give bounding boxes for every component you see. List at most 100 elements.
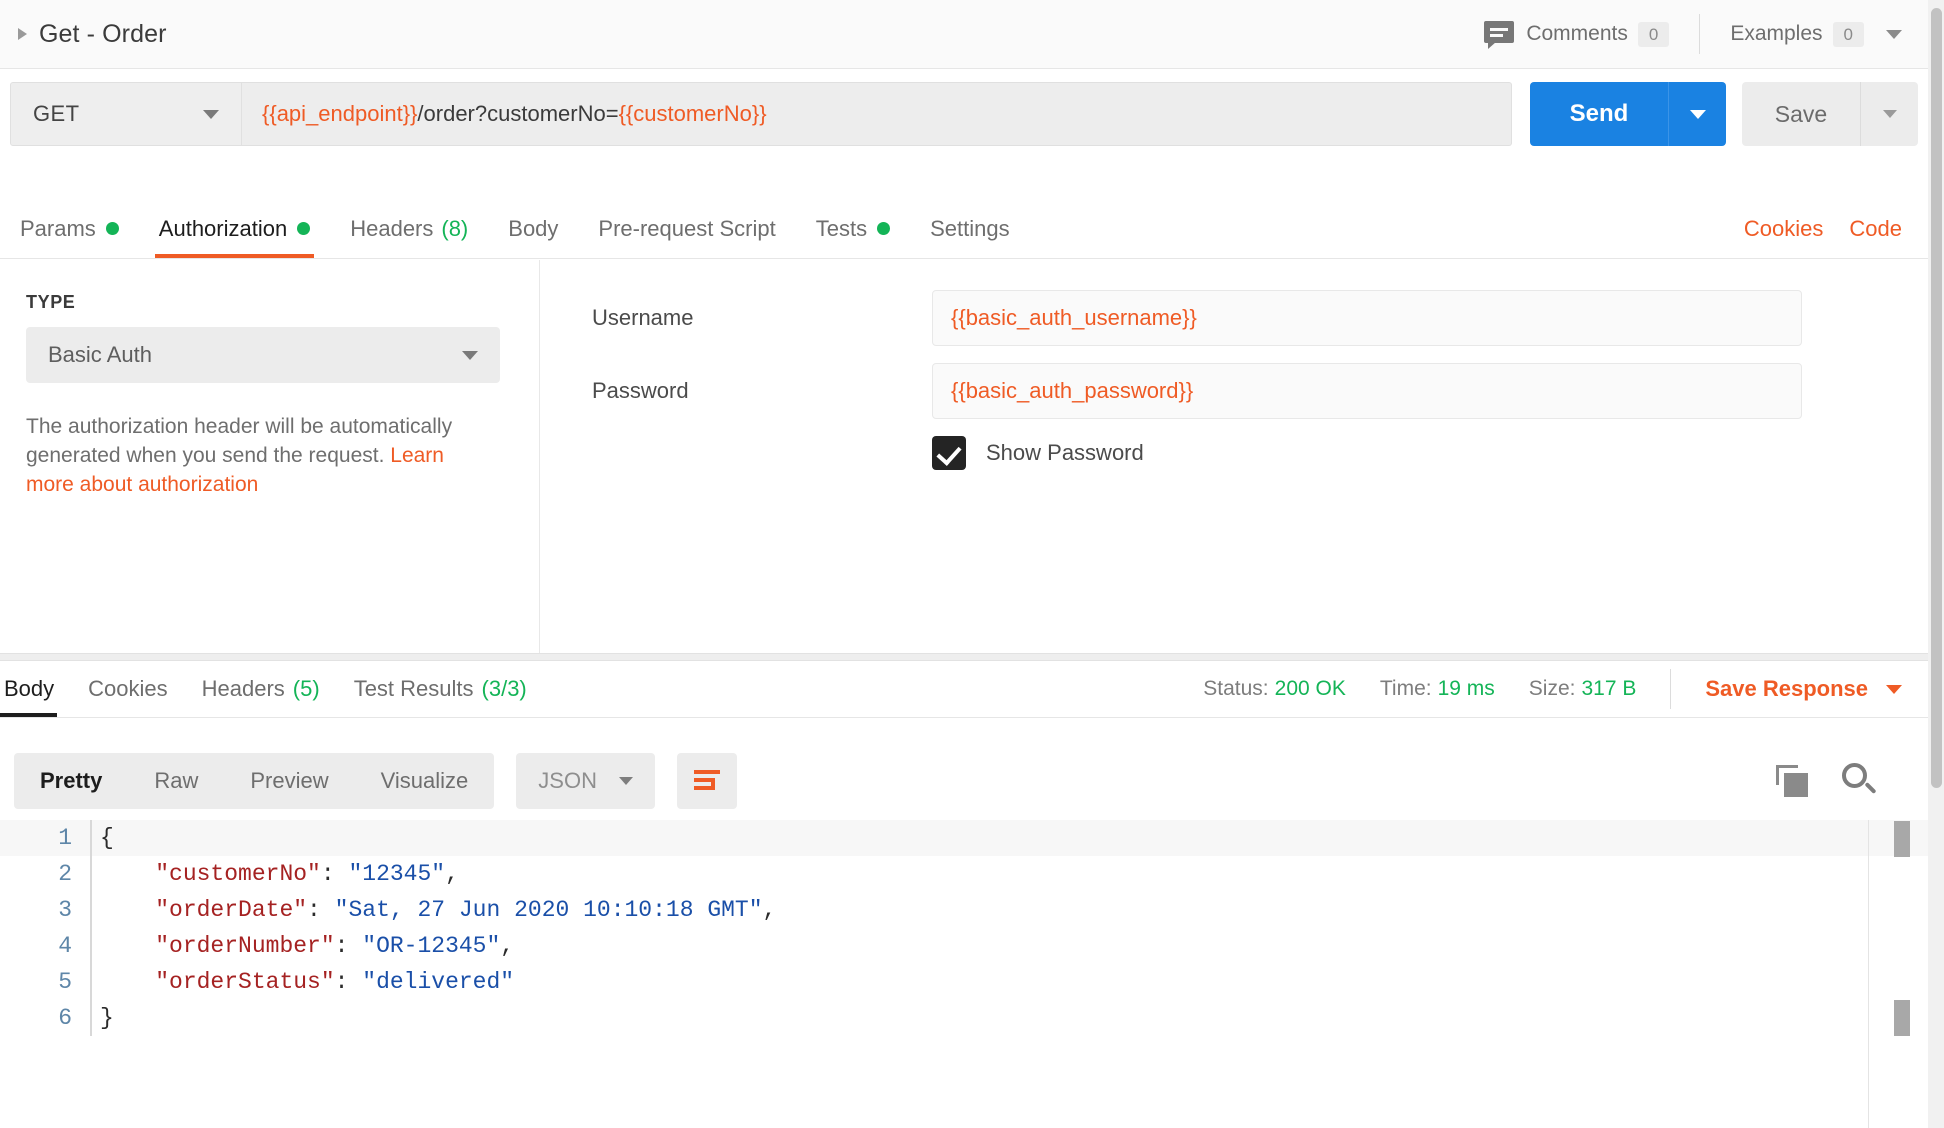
code-line-content[interactable]: } <box>90 1000 1928 1036</box>
authorization-panel: TYPE Basic Auth The authorization header… <box>0 260 1928 653</box>
caret-right-icon[interactable] <box>18 28 27 40</box>
chevron-down-icon[interactable] <box>1886 684 1902 694</box>
tab-label: Headers <box>201 676 285 701</box>
request-tabs-actions: Cookies Code <box>1718 199 1928 258</box>
view-raw[interactable]: Raw <box>128 753 224 809</box>
response-format-select[interactable]: JSON <box>516 753 655 809</box>
authorization-type-column: TYPE Basic Auth The authorization header… <box>0 260 540 653</box>
comments-button[interactable]: Comments 0 <box>1484 20 1670 49</box>
code-token: , <box>445 861 459 887</box>
line-number: 2 <box>58 861 72 887</box>
view-preview[interactable]: Preview <box>224 753 354 809</box>
tab-label: Test Results <box>353 676 474 701</box>
code-link[interactable]: Code <box>1849 216 1902 242</box>
editor-scroll-mark[interactable] <box>1894 821 1910 857</box>
response-view-segmented-control: Pretty Raw Preview Visualize <box>14 753 495 809</box>
modified-indicator-dot <box>297 222 311 235</box>
save-button[interactable]: Save <box>1742 82 1860 146</box>
search-icon[interactable] <box>1842 763 1878 799</box>
auth-type-select[interactable]: Basic Auth <box>26 327 500 383</box>
cookies-link[interactable]: Cookies <box>1744 216 1823 242</box>
show-password-checkbox[interactable] <box>932 436 966 470</box>
code-line: 1{ <box>0 820 1928 856</box>
examples-button[interactable]: Examples 0 <box>1730 21 1902 47</box>
password-field[interactable]: {{basic_auth_password}} <box>932 363 1802 419</box>
tab-label: Body <box>508 215 559 241</box>
code-token: "customerNo" <box>155 861 321 887</box>
panel-splitter[interactable] <box>0 653 1928 661</box>
size-label: Size: <box>1528 677 1576 700</box>
tab-authorization[interactable]: Authorization <box>139 199 330 258</box>
tab-count: (8) <box>441 215 469 241</box>
editor-scroll-mark[interactable] <box>1894 1000 1910 1036</box>
send-button-group: Send <box>1530 82 1726 146</box>
editor-right-rule <box>1868 820 1869 1128</box>
code-token: "orderDate" <box>155 897 308 923</box>
code-line-content[interactable]: "customerNo": "12345", <box>90 856 1928 892</box>
response-tab-bar: Body Cookies Headers (5) Test Results (3… <box>0 661 1928 718</box>
code-token: , <box>500 933 515 959</box>
copy-icon[interactable] <box>1776 765 1810 797</box>
tab-pre-request-script[interactable]: Pre-request Script <box>578 199 795 258</box>
response-tab-headers[interactable]: Headers (5) <box>185 661 337 717</box>
chevron-down-icon[interactable] <box>1886 29 1902 39</box>
tab-body[interactable]: Body <box>488 199 578 258</box>
response-tab-test-results[interactable]: Test Results (3/3) <box>337 661 544 717</box>
tab-label: Headers <box>350 215 434 241</box>
code-token: { <box>100 825 114 851</box>
type-label: TYPE <box>26 292 76 312</box>
url-variable-customerno: {{customerNo}} <box>618 101 767 126</box>
tab-label: Body <box>4 676 55 701</box>
tab-tests[interactable]: Tests <box>796 199 910 258</box>
status-badge: 200 OK <box>1274 677 1346 700</box>
code-token: "OR-12345" <box>362 933 501 959</box>
view-visualize[interactable]: Visualize <box>355 753 495 809</box>
tab-label: Tests <box>815 215 868 241</box>
response-format-value: JSON <box>538 768 597 793</box>
code-line-content[interactable]: "orderStatus": "delivered" <box>90 964 1928 1000</box>
tab-params[interactable]: Params <box>0 199 139 258</box>
view-pretty[interactable]: Pretty <box>14 753 128 809</box>
header-divider <box>1699 14 1701 54</box>
auth-type-value: Basic Auth <box>48 342 152 367</box>
tab-settings[interactable]: Settings <box>910 199 1030 258</box>
size-value: 317 B <box>1581 677 1637 700</box>
wrap-lines-button[interactable] <box>676 753 737 809</box>
request-header-right: Comments 0 Examples 0 <box>1484 0 1928 68</box>
tab-headers[interactable]: Headers (8) <box>330 199 488 258</box>
url-bar: GET {{api_endpoint}}/order?customerNo={{… <box>0 69 1928 159</box>
send-options-button[interactable] <box>1668 82 1726 146</box>
code-line-content[interactable]: "orderNumber": "OR-12345", <box>90 928 1928 964</box>
line-number: 5 <box>58 969 72 995</box>
line-number: 3 <box>58 897 72 923</box>
status-label: Status: <box>1203 677 1269 700</box>
response-meta: Status: 200 OK Time: 19 ms Size: 317 B S… <box>1169 661 1928 717</box>
http-method-select[interactable]: GET <box>10 82 242 146</box>
username-field[interactable]: {{basic_auth_username}} <box>932 290 1802 346</box>
page-scrollbar[interactable] <box>1928 0 1944 1128</box>
url-input[interactable]: {{api_endpoint}}/order?customerNo= {{cust… <box>242 82 1512 146</box>
request-header-left: Get - Order <box>0 20 167 49</box>
send-button[interactable]: Send <box>1530 82 1668 146</box>
page-scrollbar-thumb[interactable] <box>1931 8 1942 788</box>
code-token: } <box>100 1005 114 1031</box>
save-response-button[interactable]: Save Response <box>1705 676 1868 702</box>
code-token: "orderNumber" <box>155 933 335 959</box>
url-path: /order?customerNo= <box>417 101 619 126</box>
show-password-row: Show Password <box>932 436 1928 470</box>
response-body-editor[interactable]: 1{2 "customerNo": "12345", 3 "orderDate":… <box>0 820 1928 1128</box>
response-tab-cookies[interactable]: Cookies <box>71 661 184 717</box>
save-button-group: Save <box>1742 82 1918 146</box>
authorization-fields-column: Username {{basic_auth_username}} Passwor… <box>540 260 1928 653</box>
code-token: : <box>307 897 335 923</box>
code-line-content[interactable]: { <box>90 820 1928 856</box>
code-line: 2 "customerNo": "12345", <box>0 856 1928 892</box>
response-tab-body[interactable]: Body <box>0 661 71 717</box>
save-options-button[interactable] <box>1860 82 1918 146</box>
code-line-content[interactable]: "orderDate": "Sat, 27 Jun 2020 10:10:18 … <box>90 892 1928 928</box>
chevron-down-icon <box>618 777 633 785</box>
code-token: : <box>320 861 349 887</box>
